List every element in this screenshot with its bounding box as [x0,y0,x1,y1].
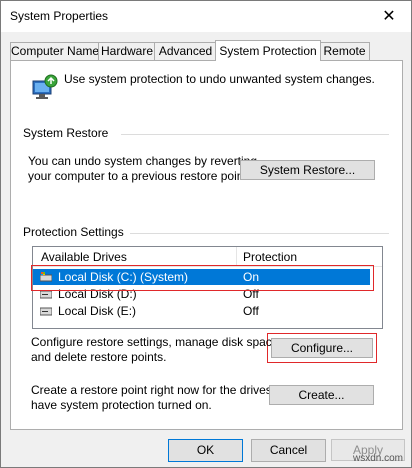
highlight-box-drive [31,265,374,291]
close-icon[interactable]: ✕ [379,6,399,26]
system-restore-desc-2: your computer to a previous restore poin… [28,169,251,183]
ok-button[interactable]: OK [168,439,243,462]
configure-button[interactable]: Configure... [271,338,373,358]
column-protection[interactable]: Protection [243,250,297,264]
cancel-button[interactable]: Cancel [251,439,326,462]
system-restore-heading: System Restore [23,126,109,140]
system-restore-button[interactable]: System Restore... [240,160,375,180]
system-restore-desc-1: You can undo system changes by reverting [28,154,258,168]
watermark: wsxdn.com [353,453,404,464]
drive-row-e[interactable]: Local Disk (E:) Off [33,303,370,319]
tab-system-protection[interactable]: System Protection [215,40,321,61]
protection-settings-heading: Protection Settings [23,225,124,239]
system-protection-icon [32,74,58,99]
drive-name: Local Disk (E:) [58,304,137,318]
column-available-drives[interactable]: Available Drives [41,250,127,264]
system-restore-divider [121,134,389,135]
tab-advanced[interactable]: Advanced [154,42,217,60]
window-title: System Properties [10,9,109,23]
intro-text: Use system protection to undo unwanted s… [64,72,375,86]
system-properties-window: System Properties ✕ Computer Name Hardwa… [0,0,412,468]
protection-settings-divider [130,233,389,234]
tab-computer-name[interactable]: Computer Name [10,42,100,60]
configure-desc-1: Configure restore settings, manage disk … [31,335,282,349]
create-desc-2: have system protection turned on. [31,398,212,412]
system-protection-panel: Use system protection to undo unwanted s… [10,60,403,430]
create-desc-1: Create a restore point right now for the… [31,383,296,397]
drive-icon [40,307,52,316]
title-bar: System Properties ✕ [1,1,411,32]
tab-hardware[interactable]: Hardware [98,42,156,60]
tab-remote[interactable]: Remote [319,42,370,60]
drives-list-header: Available Drives Protection [33,247,382,267]
drive-protection-status: Off [243,304,259,318]
configure-desc-2: and delete restore points. [31,350,167,364]
column-divider[interactable] [236,247,237,266]
create-button[interactable]: Create... [269,385,374,405]
